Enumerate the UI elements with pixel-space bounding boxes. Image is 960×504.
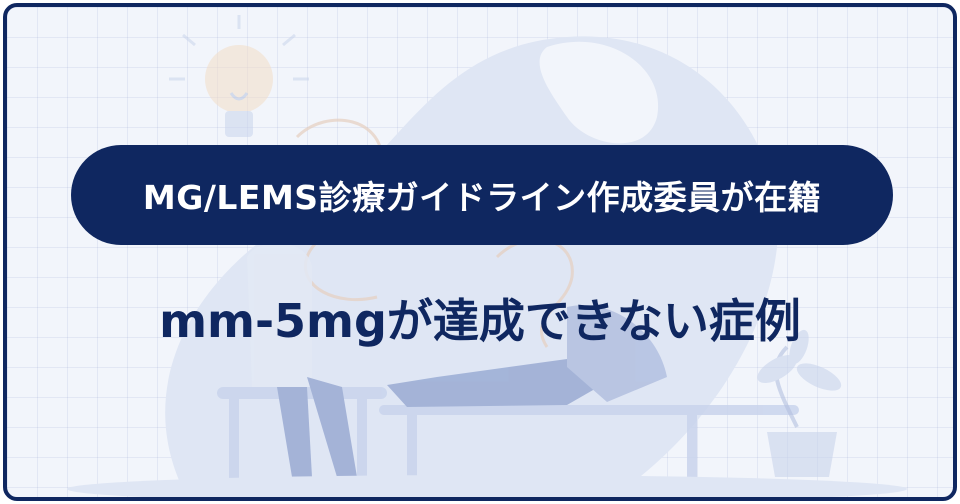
headline-title: mm-5mgが達成できない症例 (159, 294, 801, 348)
badge-text: MG/LEMS診療ガイドライン作成委員が在籍 (142, 178, 822, 217)
background-illustration (67, 15, 907, 497)
banner-card: MG/LEMS診療ガイドライン作成委員が在籍 mm-5mgが達成できない症例 (3, 3, 957, 501)
lightbulb-icon (169, 15, 309, 137)
badge-pill: MG/LEMS診療ガイドライン作成委員が在籍 (71, 145, 893, 245)
